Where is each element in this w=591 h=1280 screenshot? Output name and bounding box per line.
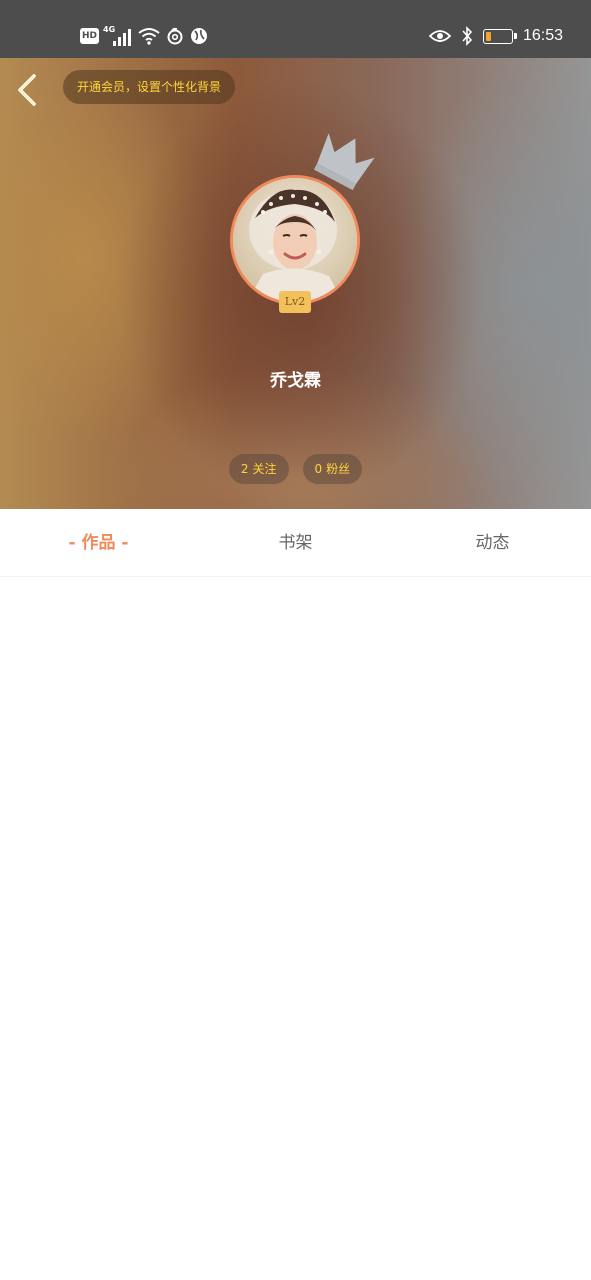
back-button[interactable]: [10, 70, 46, 110]
followers-label: 粉丝: [326, 462, 351, 476]
wifi-icon: [138, 28, 160, 45]
tab-works[interactable]: - 作品 -: [0, 509, 197, 576]
following-count: 2: [240, 462, 249, 476]
browser-icon: [191, 28, 207, 44]
vip-background-banner[interactable]: 开通会员，设置个性化背景: [63, 70, 236, 104]
status-left-icons: HD 4G: [80, 24, 209, 48]
followers-count: 0: [314, 462, 323, 476]
hd-icon: HD: [80, 28, 99, 44]
following-button[interactable]: 2 关注: [228, 454, 289, 484]
tab-activity[interactable]: 动态: [394, 509, 591, 576]
tab-bookshelf[interactable]: 书架: [197, 509, 394, 576]
followers-button[interactable]: 0 粉丝: [302, 454, 363, 484]
signal-4g-icon: 4G: [103, 25, 133, 47]
chevron-left-icon: [18, 74, 36, 106]
bluetooth-icon: [462, 26, 473, 46]
tab-content-area: [0, 578, 591, 1280]
username: 乔戈霖: [270, 371, 321, 391]
eye-icon: [428, 30, 451, 42]
level-badge: Lv2: [279, 291, 311, 313]
profile-header: 开通会员，设置个性化背景 Lv2 乔戈霖 2 关注 0 粉丝: [0, 58, 591, 509]
following-label: 关注: [252, 462, 277, 476]
battery-level-fill: [485, 31, 491, 41]
battery-icon: [482, 28, 517, 44]
avatar-photo: [233, 178, 357, 302]
status-right-icons: 16:53: [428, 24, 563, 48]
status-bar: HD 4G 16:53: [0, 0, 591, 58]
clock: 16:53: [522, 27, 563, 44]
netease-music-icon: [167, 27, 183, 45]
avatar-container: [230, 175, 360, 305]
avatar[interactable]: [230, 175, 360, 305]
tab-bar: - 作品 - 书架 动态: [0, 509, 591, 577]
stats-row: 2 关注 0 粉丝: [0, 454, 591, 484]
